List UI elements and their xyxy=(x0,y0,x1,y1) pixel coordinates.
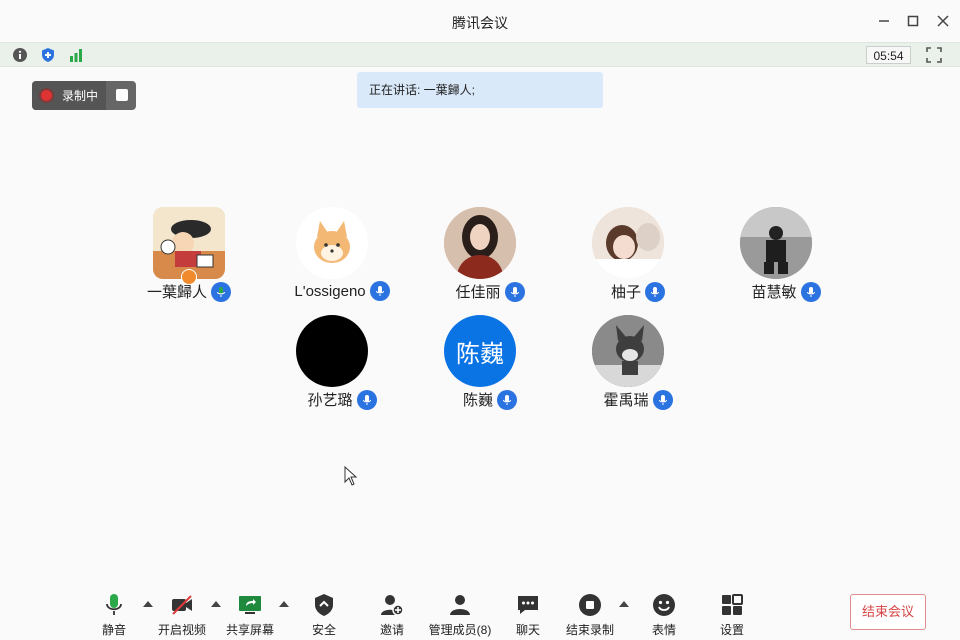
participant-tile[interactable]: 孙艺璐 xyxy=(272,315,392,415)
members-icon xyxy=(450,595,470,615)
shiba-avatar-icon xyxy=(296,207,368,279)
minimize-button[interactable] xyxy=(875,12,893,30)
invite-button[interactable]: 邀请 xyxy=(362,593,422,638)
start-video-button[interactable]: 开启视频 xyxy=(152,593,212,638)
mic-status-icon xyxy=(369,281,390,301)
mic-status-icon xyxy=(800,281,821,302)
mute-label: 静音 xyxy=(101,623,126,637)
participant-tile[interactable]: L'ossigeno xyxy=(272,207,392,307)
shield-icon[interactable] xyxy=(40,47,56,63)
meeting-timer: 05:54 xyxy=(866,46,911,64)
recording-indicator: 录制中 xyxy=(32,81,136,110)
manage-members-button[interactable]: 管理成员(8) xyxy=(424,593,496,638)
participant-tile[interactable]: 柚子 xyxy=(568,207,688,307)
video-off-icon xyxy=(172,595,192,615)
participant-tile[interactable]: 陈巍 陈巍 xyxy=(420,315,540,415)
record-dot-icon xyxy=(41,90,52,101)
participant-name: 霍禹瑞 xyxy=(603,392,649,409)
chat-label: 聊天 xyxy=(515,623,540,637)
participant-name-row: 陈巍 xyxy=(420,389,560,410)
participant-name-row: 柚子 xyxy=(568,281,708,302)
mic-status-icon xyxy=(645,281,665,302)
fullscreen-icon[interactable] xyxy=(926,47,942,63)
chat-icon xyxy=(518,596,538,614)
mouse-cursor-icon xyxy=(344,466,358,486)
emoji-label: 表情 xyxy=(651,623,676,637)
stop-recording-button[interactable] xyxy=(116,89,128,101)
security-label: 安全 xyxy=(311,623,336,637)
mic-status-icon xyxy=(497,389,517,410)
settings-button[interactable]: 设置 xyxy=(702,593,762,638)
minimize-icon xyxy=(879,20,889,22)
avatar xyxy=(296,315,368,387)
participant-name: 任佳丽 xyxy=(455,284,501,301)
close-button[interactable] xyxy=(934,12,952,30)
speaking-banner: 正在讲话: 一葉歸人; xyxy=(357,72,603,108)
share-options-caret-icon[interactable] xyxy=(279,601,289,607)
participant-name-row: 苗慧敏 xyxy=(716,281,856,302)
mic-status-icon xyxy=(652,389,673,410)
participant-name: 苗慧敏 xyxy=(751,284,797,301)
status-bar: 05:54 xyxy=(0,42,960,67)
participant-tile[interactable]: 苗慧敏 xyxy=(716,207,836,307)
signal-strength-icon[interactable] xyxy=(68,47,84,63)
end-recording-label: 结束录制 xyxy=(565,623,614,637)
participant-tile[interactable]: 霍禹瑞 xyxy=(568,315,688,415)
mic-status-icon xyxy=(356,389,377,410)
avatar xyxy=(444,207,516,279)
record-options-caret-icon[interactable] xyxy=(619,601,629,607)
shield-icon xyxy=(315,594,333,616)
maximize-icon xyxy=(907,15,919,27)
photo-avatar-icon xyxy=(444,207,516,279)
add-user-icon xyxy=(381,595,404,616)
participant-name-row: 任佳丽 xyxy=(420,281,560,302)
close-icon xyxy=(937,15,949,27)
participant-name-row: 孙艺璐 xyxy=(272,389,412,410)
avatar xyxy=(740,207,812,279)
avatar xyxy=(592,315,664,387)
avatar xyxy=(592,207,664,279)
security-button[interactable]: 安全 xyxy=(294,593,354,638)
start-video-label: 开启视频 xyxy=(157,623,206,637)
share-screen-button[interactable]: 共享屏幕 xyxy=(220,593,280,638)
participant-name-row: 霍禹瑞 xyxy=(568,389,708,410)
title-bar: 腾讯会议 xyxy=(0,0,960,42)
settings-label: 设置 xyxy=(719,623,744,637)
share-screen-icon xyxy=(239,596,261,614)
emoji-button[interactable]: 表情 xyxy=(634,593,694,638)
participant-name: L'ossigeno xyxy=(294,282,366,300)
participant-name: 一葉歸人 xyxy=(146,284,207,301)
participant-name: 孙艺璐 xyxy=(307,392,353,409)
cartoon-cat-avatar-icon xyxy=(592,315,664,387)
participant-name-row: 一葉歸人 xyxy=(119,281,259,302)
photo-avatar-icon xyxy=(740,207,812,279)
participant-tile[interactable]: 任佳丽 xyxy=(420,207,540,307)
manage-members-label: 管理成员(8) xyxy=(428,623,492,637)
end-recording-button[interactable]: 结束录制 xyxy=(560,593,620,638)
participant-tile[interactable]: 一葉歸人 xyxy=(129,207,249,307)
participant-name: 陈巍 xyxy=(462,392,493,409)
avatar: 陈巍 xyxy=(444,315,516,387)
mute-button[interactable]: 静音 xyxy=(84,593,144,638)
recording-label: 录制中 xyxy=(62,89,99,103)
info-icon[interactable] xyxy=(12,47,28,63)
photo-avatar-icon xyxy=(592,207,664,279)
avatar-initials: 陈巍 xyxy=(456,340,504,368)
share-screen-label: 共享屏幕 xyxy=(225,623,274,637)
mic-status-icon xyxy=(504,281,525,302)
window-title: 腾讯会议 xyxy=(452,15,508,31)
maximize-button[interactable] xyxy=(904,12,922,30)
avatar xyxy=(296,207,368,279)
chat-button[interactable]: 聊天 xyxy=(498,593,558,638)
participant-name-row: L'ossigeno xyxy=(272,281,412,301)
microphone-icon xyxy=(106,594,122,615)
recording-status: 录制中 xyxy=(32,81,106,110)
mic-status-icon xyxy=(211,281,231,302)
smiley-icon xyxy=(653,594,675,616)
stop-record-icon xyxy=(579,594,601,616)
grid-settings-icon xyxy=(722,594,743,615)
end-meeting-button[interactable]: 结束会议 xyxy=(850,594,926,630)
invite-label: 邀请 xyxy=(379,623,404,637)
participant-name: 柚子 xyxy=(610,284,641,301)
